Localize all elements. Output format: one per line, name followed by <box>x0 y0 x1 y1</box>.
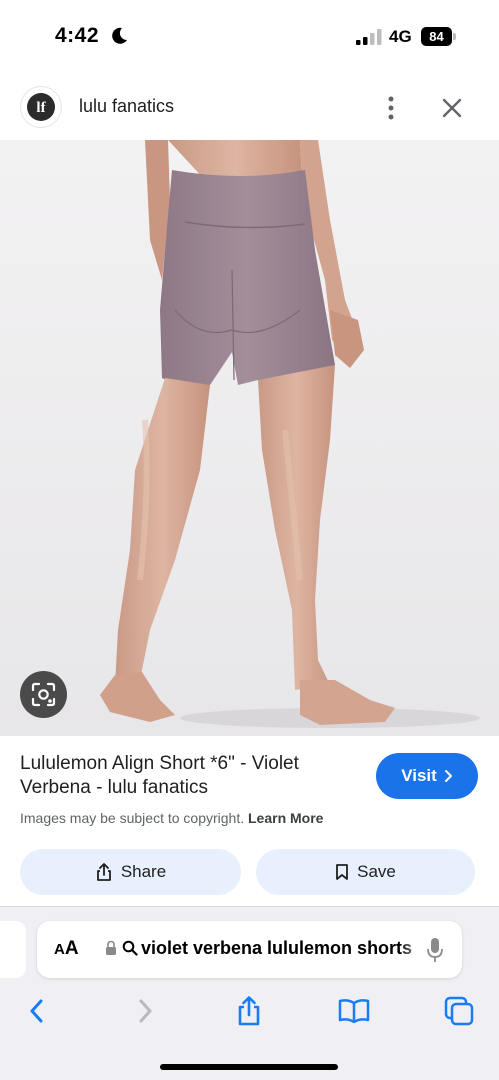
lens-icon <box>31 682 56 707</box>
search-icon <box>122 940 138 956</box>
browser-share-button[interactable] <box>231 993 267 1029</box>
result-title[interactable]: Lululemon Align Short *6" - Violet Verbe… <box>20 752 360 800</box>
battery-level: 84 <box>421 27 452 46</box>
chevron-right-icon <box>139 999 152 1023</box>
moon-icon <box>112 27 127 44</box>
lock-icon <box>106 940 116 955</box>
address-fade <box>399 931 429 967</box>
network-label: 4G <box>389 27 412 46</box>
tabs-icon <box>444 996 474 1026</box>
product-photo <box>0 140 499 736</box>
site-name[interactable]: lulu fanatics <box>79 96 174 117</box>
save-label: Save <box>357 862 396 881</box>
browser-toolbar <box>0 987 499 1037</box>
status-time: 4:42 <box>55 24 100 47</box>
share-icon <box>238 996 260 1026</box>
share-button[interactable]: Share <box>20 849 241 895</box>
home-indicator[interactable] <box>160 1064 338 1070</box>
copyright-text: Images may be subject to copyright. <box>20 810 245 826</box>
aa-small: A <box>54 941 65 958</box>
battery-indicator: 84 <box>421 27 457 46</box>
tabs-button[interactable] <box>441 993 477 1029</box>
share-label: Share <box>120 862 167 881</box>
site-logo-text: lf <box>36 100 46 116</box>
site-logo[interactable]: lf <box>20 86 62 128</box>
site-header: lf lulu fanatics <box>0 80 499 136</box>
lens-button[interactable] <box>20 671 67 718</box>
reader-aa-button[interactable]: AA <box>54 938 79 960</box>
save-button[interactable]: Save <box>256 849 475 895</box>
site-logo-glyph: lf <box>36 100 46 116</box>
signal-icon <box>356 29 382 45</box>
previous-tab-card[interactable] <box>0 921 26 978</box>
status-bar: 4:42 4G 84 <box>0 0 499 72</box>
chevron-left-icon <box>30 999 43 1023</box>
learn-more-link[interactable]: Learn More <box>248 810 323 826</box>
mic-icon[interactable] <box>426 937 444 963</box>
book-icon <box>338 999 370 1024</box>
copyright-notice: Images may be subject to copyright. Lear… <box>20 810 323 826</box>
bookmarks-button[interactable] <box>336 993 372 1029</box>
chevron-right-icon <box>444 770 452 782</box>
visit-button[interactable]: Visit <box>376 753 478 799</box>
close-icon[interactable] <box>440 96 464 120</box>
share-icon <box>96 863 111 881</box>
aa-big: A <box>64 938 79 959</box>
site-logo-mark: lf <box>27 93 55 121</box>
more-vert-icon[interactable] <box>380 94 402 122</box>
visit-label: Visit <box>401 766 437 785</box>
battery-tip <box>453 33 456 40</box>
address-bar[interactable]: AA violet verbena lululemon shorts <box>37 921 462 978</box>
back-button[interactable] <box>19 993 55 1029</box>
bookmark-icon <box>336 864 349 880</box>
product-image[interactable] <box>0 140 499 736</box>
forward-button[interactable] <box>127 993 163 1029</box>
browser-bottom-bar: AA violet verbena lululemon shorts <box>0 906 499 1080</box>
